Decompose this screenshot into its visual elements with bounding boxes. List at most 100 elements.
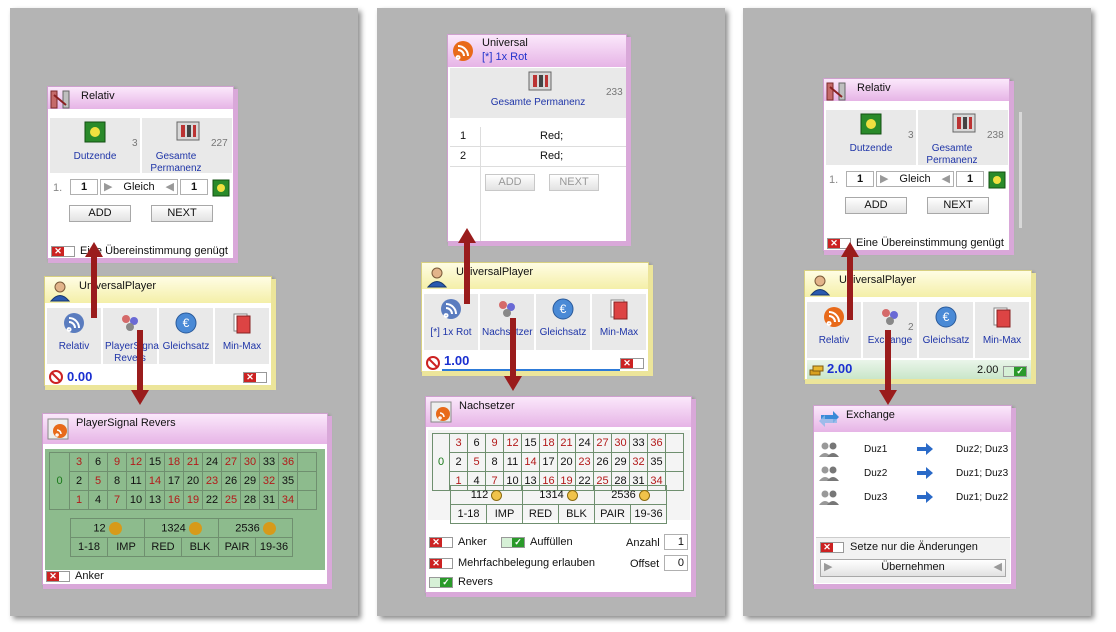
- player-item-minmax[interactable]: Min-Max: [215, 308, 269, 364]
- operator-select[interactable]: ▶ Gleich ◀: [100, 179, 178, 195]
- number-cell[interactable]: 29: [611, 452, 630, 472]
- player-checkbox[interactable]: ✕: [620, 358, 644, 369]
- mehrfach-checkbox[interactable]: ✕: [429, 558, 453, 569]
- next-button[interactable]: NEXT: [151, 205, 213, 222]
- player-item-gleichsatz[interactable]: € Gleichsatz: [919, 302, 973, 358]
- number-cell[interactable]: 14: [521, 452, 540, 472]
- number-cell[interactable]: 35: [278, 471, 298, 491]
- dozen-cell[interactable]: 12: [70, 518, 145, 538]
- player-item-nachsetzer[interactable]: Nachsetzer: [480, 294, 534, 350]
- number-cell[interactable]: 32: [259, 471, 279, 491]
- number-cell[interactable]: 11: [503, 452, 522, 472]
- number-cell[interactable]: 6: [467, 433, 486, 453]
- number-cell[interactable]: 25: [221, 490, 241, 510]
- number-cell[interactable]: 27: [221, 452, 241, 472]
- bet-cell[interactable]: BLK: [181, 537, 219, 557]
- player-checkbox[interactable]: ✕: [243, 372, 267, 383]
- number-cell[interactable]: 28: [240, 490, 260, 510]
- number-cell[interactable]: 22: [202, 490, 222, 510]
- add-button[interactable]: ADD: [845, 197, 907, 214]
- bet-cell[interactable]: PAIR: [218, 537, 256, 557]
- number-cell[interactable]: 30: [611, 433, 630, 453]
- number-cell[interactable]: 12: [126, 452, 146, 472]
- number-cell[interactable]: 26: [593, 452, 612, 472]
- number-cell[interactable]: 21: [183, 452, 203, 472]
- value-left-field[interactable]: 1: [70, 179, 98, 195]
- number-cell[interactable]: 30: [240, 452, 260, 472]
- bet-cell[interactable]: RED: [522, 504, 559, 524]
- number-cell[interactable]: 4: [88, 490, 108, 510]
- auffuellen-checkbox[interactable]: ✓: [501, 537, 525, 548]
- number-cell[interactable]: 5: [467, 452, 486, 472]
- exchange-row[interactable]: Duz2 Duz1; Duz3: [816, 463, 1010, 485]
- dozen-cell[interactable]: 1324: [144, 518, 219, 538]
- player-item-playersignal[interactable]: PlayerSignal Revers: [103, 308, 161, 364]
- column-bet-cell[interactable]: [665, 471, 684, 491]
- apply-button[interactable]: ▶ Übernehmen ◀: [820, 559, 1006, 577]
- column-bet-cell[interactable]: [665, 433, 684, 453]
- dozen-cell[interactable]: 112: [450, 485, 523, 505]
- bet-cell[interactable]: 19-36: [255, 537, 293, 557]
- list-row[interactable]: 1 Red;: [450, 127, 626, 147]
- exchange-row[interactable]: Duz3 Duz1; Duz2: [816, 487, 1010, 509]
- bet-cell[interactable]: 19-36: [630, 504, 667, 524]
- player-item-gleichsatz[interactable]: € Gleichsatz: [159, 308, 213, 364]
- next-button[interactable]: NEXT: [927, 197, 989, 214]
- number-cell[interactable]: 20: [557, 452, 576, 472]
- column-bet-cell[interactable]: [665, 452, 684, 472]
- player-item-minmax[interactable]: Min-Max: [592, 294, 646, 350]
- scrollbar[interactable]: [1019, 112, 1022, 228]
- zero-cell[interactable]: 0: [49, 452, 70, 510]
- number-cell[interactable]: 17: [539, 452, 558, 472]
- player-item-gleichsatz[interactable]: € Gleichsatz: [536, 294, 590, 350]
- number-cell[interactable]: 7: [107, 490, 127, 510]
- number-cell[interactable]: 9: [107, 452, 127, 472]
- bet-cell[interactable]: RED: [144, 537, 182, 557]
- list-row[interactable]: 2 Red;: [450, 147, 626, 167]
- number-cell[interactable]: 13: [145, 490, 165, 510]
- changes-only-checkbox[interactable]: ✕: [820, 542, 844, 553]
- number-cell[interactable]: 15: [521, 433, 540, 453]
- bet-cell[interactable]: BLK: [558, 504, 595, 524]
- number-cell[interactable]: 14: [145, 471, 165, 491]
- number-cell[interactable]: 2: [449, 452, 468, 472]
- player-checkbox[interactable]: ✓: [1003, 366, 1027, 377]
- number-cell[interactable]: 3: [449, 433, 468, 453]
- anzahl-input[interactable]: 1: [664, 534, 688, 550]
- number-cell[interactable]: 15: [145, 452, 165, 472]
- dozen-cell[interactable]: 2536: [218, 518, 293, 538]
- match-checkbox[interactable]: ✕: [51, 246, 75, 257]
- add-button[interactable]: ADD: [69, 205, 131, 222]
- bet-cell[interactable]: PAIR: [594, 504, 631, 524]
- value-right-field[interactable]: 1: [180, 179, 208, 195]
- next-button[interactable]: NEXT: [549, 174, 599, 191]
- number-cell[interactable]: 10: [126, 490, 146, 510]
- number-cell[interactable]: 33: [259, 452, 279, 472]
- column-bet-cell[interactable]: [297, 452, 317, 472]
- number-cell[interactable]: 19: [183, 490, 203, 510]
- number-cell[interactable]: 11: [126, 471, 146, 491]
- number-cell[interactable]: 2: [69, 471, 89, 491]
- bet-cell[interactable]: 1-18: [450, 504, 487, 524]
- number-cell[interactable]: 23: [202, 471, 222, 491]
- operator-select[interactable]: ▶ Gleich ◀: [876, 171, 954, 187]
- bet-cell[interactable]: IMP: [107, 537, 145, 557]
- player-item-minmax[interactable]: Min-Max: [975, 302, 1029, 358]
- tile-gesamte-permanenz[interactable]: Gesamte Permanenz 238: [918, 110, 1008, 166]
- number-cell[interactable]: 5: [88, 471, 108, 491]
- tile-dutzende[interactable]: Dutzende 3: [826, 110, 916, 165]
- dutzende-icon[interactable]: [988, 171, 1006, 189]
- number-cell[interactable]: 6: [88, 452, 108, 472]
- exchange-row[interactable]: Duz1 Duz2; Duz3: [816, 439, 1010, 461]
- dozen-cell[interactable]: 1314: [522, 485, 595, 505]
- number-cell[interactable]: 1: [69, 490, 89, 510]
- number-cell[interactable]: 9: [485, 433, 504, 453]
- bet-cell[interactable]: 1-18: [70, 537, 108, 557]
- number-cell[interactable]: 20: [183, 471, 203, 491]
- anker-checkbox[interactable]: ✕: [429, 537, 453, 548]
- number-cell[interactable]: 12: [503, 433, 522, 453]
- add-button[interactable]: ADD: [485, 174, 535, 191]
- number-cell[interactable]: 24: [575, 433, 594, 453]
- number-cell[interactable]: 27: [593, 433, 612, 453]
- zero-cell[interactable]: 0: [432, 433, 450, 491]
